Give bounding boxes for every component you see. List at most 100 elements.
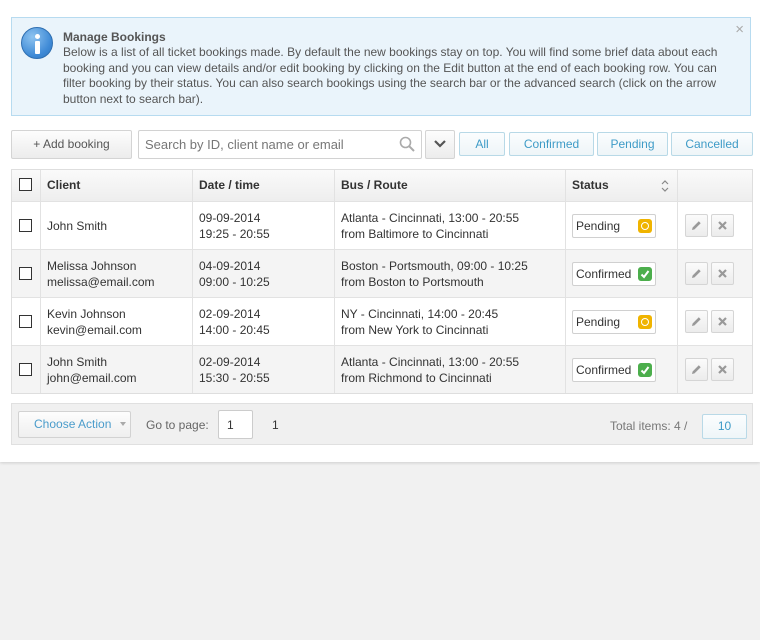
page-count: 1 <box>272 418 279 432</box>
row-check-cell <box>12 250 40 297</box>
table-row: Melissa Johnson melissa@email.com 04-09-2… <box>12 249 752 297</box>
booking-date: 04-09-2014 <box>199 259 261 273</box>
route-name: NY - Cincinnati, 14:00 - 20:45 <box>341 307 499 321</box>
check-icon <box>638 363 652 377</box>
delete-button[interactable] <box>711 358 734 381</box>
info-title: Manage Bookings <box>63 30 166 44</box>
row-checkbox[interactable] <box>19 219 32 232</box>
pencil-icon <box>692 269 701 278</box>
status-badge[interactable]: Pending <box>572 310 656 334</box>
info-box: Manage Bookings Below is a list of all t… <box>11 17 751 116</box>
route-from: from New York to Cincinnati <box>341 323 489 337</box>
pencil-icon <box>692 365 701 374</box>
search-box <box>138 130 422 159</box>
table-row: John Smith john@email.com 02-09-2014 15:30… <box>12 345 752 393</box>
client-email: john@email.com <box>47 371 137 385</box>
status-label: Confirmed <box>576 363 632 377</box>
client-cell: John Smith john@email.com <box>40 346 192 393</box>
table-header: Client Date / time Bus / Route Status <box>12 170 752 201</box>
booking-time: 14:00 - 20:45 <box>199 323 270 337</box>
sort-icon[interactable] <box>661 180 669 192</box>
actions-cell <box>677 202 753 249</box>
caret-down-icon <box>120 422 126 426</box>
table-footer: Choose Action Go to page: 1 Total items:… <box>11 403 753 445</box>
actions-cell <box>677 298 753 345</box>
route-cell: Atlanta - Cincinnati, 13:00 - 20:55 from … <box>334 346 565 393</box>
status-cell: Confirmed <box>565 250 677 297</box>
route-from: from Boston to Portsmouth <box>341 275 484 289</box>
bookings-table: Client Date / time Bus / Route Status Jo… <box>11 169 753 394</box>
booking-date: 02-09-2014 <box>199 307 261 321</box>
status-label: Pending <box>576 315 621 329</box>
filter-confirmed-button[interactable]: Confirmed <box>509 132 594 156</box>
edit-button[interactable] <box>685 262 708 285</box>
per-page-select[interactable]: 10 <box>702 414 747 439</box>
select-all-checkbox[interactable] <box>19 178 32 191</box>
header-status-cell[interactable]: Status <box>565 170 677 201</box>
route-cell: Atlanta - Cincinnati, 13:00 - 20:55 from … <box>334 202 565 249</box>
status-badge[interactable]: Confirmed <box>572 262 656 286</box>
choose-action-dropdown[interactable]: Choose Action <box>18 411 131 438</box>
route-name: Atlanta - Cincinnati, 13:00 - 20:55 <box>341 355 520 369</box>
route-name: Atlanta - Cincinnati, 13:00 - 20:55 <box>341 211 520 225</box>
route-cell: NY - Cincinnati, 14:00 - 20:45 from New Y… <box>334 298 565 345</box>
date-cell: 09-09-2014 19:25 - 20:55 <box>192 202 334 249</box>
filter-cancelled-button[interactable]: Cancelled <box>671 132 753 156</box>
delete-button[interactable] <box>711 214 734 237</box>
header-client[interactable]: Client <box>40 170 192 201</box>
table-row: Kevin Johnson kevin@email.com 02-09-2014 1… <box>12 297 752 345</box>
row-check-cell <box>12 202 40 249</box>
client-name: Kevin Johnson <box>47 307 126 321</box>
table-row: John Smith 09-09-2014 19:25 - 20:55 Atlan… <box>12 201 752 249</box>
status-badge[interactable]: Confirmed <box>572 358 656 382</box>
client-cell: John Smith <box>40 202 192 249</box>
booking-time: 09:00 - 10:25 <box>199 275 270 289</box>
row-checkbox[interactable] <box>19 315 32 328</box>
advanced-search-button[interactable] <box>425 130 455 159</box>
filter-pending-button[interactable]: Pending <box>597 132 668 156</box>
header-route[interactable]: Bus / Route <box>334 170 565 201</box>
status-badge[interactable]: Pending <box>572 214 656 238</box>
client-name: Melissa Johnson <box>47 259 137 273</box>
filter-all-button[interactable]: All <box>459 132 505 156</box>
edit-button[interactable] <box>685 214 708 237</box>
close-icon[interactable]: × <box>735 21 744 38</box>
route-from: from Richmond to Cincinnati <box>341 371 492 385</box>
goto-page-input[interactable] <box>218 410 253 439</box>
route-name: Boston - Portsmouth, 09:00 - 10:25 <box>341 259 528 273</box>
bookings-panel: Manage Bookings Below is a list of all t… <box>0 0 760 462</box>
client-name: John Smith <box>47 355 108 369</box>
search-icon[interactable] <box>399 136 415 152</box>
delete-button[interactable] <box>711 262 734 285</box>
close-icon <box>718 365 727 374</box>
info-text: Below is a list of all ticket bookings m… <box>63 45 718 106</box>
close-icon <box>718 317 727 326</box>
booking-time: 15:30 - 20:55 <box>199 371 270 385</box>
delete-button[interactable] <box>711 310 734 333</box>
row-check-cell <box>12 346 40 393</box>
booking-date: 02-09-2014 <box>199 355 261 369</box>
status-cell: Pending <box>565 298 677 345</box>
add-booking-button[interactable]: + Add booking <box>11 130 132 159</box>
header-date[interactable]: Date / time <box>192 170 334 201</box>
total-items-label: Total items: 4 / <box>610 419 688 433</box>
close-icon <box>718 269 727 278</box>
actions-cell <box>677 250 753 297</box>
edit-button[interactable] <box>685 358 708 381</box>
client-cell: Melissa Johnson melissa@email.com <box>40 250 192 297</box>
route-cell: Boston - Portsmouth, 09:00 - 10:25 from B… <box>334 250 565 297</box>
edit-button[interactable] <box>685 310 708 333</box>
header-actions <box>677 170 753 201</box>
status-label: Confirmed <box>576 267 632 281</box>
goto-page-label: Go to page: <box>146 418 209 432</box>
check-icon <box>638 267 652 281</box>
search-input[interactable] <box>145 131 391 158</box>
client-email: melissa@email.com <box>47 275 155 289</box>
row-checkbox[interactable] <box>19 267 32 280</box>
status-cell: Pending <box>565 202 677 249</box>
info-icon <box>21 27 53 59</box>
route-from: from Baltimore to Cincinnati <box>341 227 489 241</box>
booking-time: 19:25 - 20:55 <box>199 227 270 241</box>
row-checkbox[interactable] <box>19 363 32 376</box>
client-cell: Kevin Johnson kevin@email.com <box>40 298 192 345</box>
